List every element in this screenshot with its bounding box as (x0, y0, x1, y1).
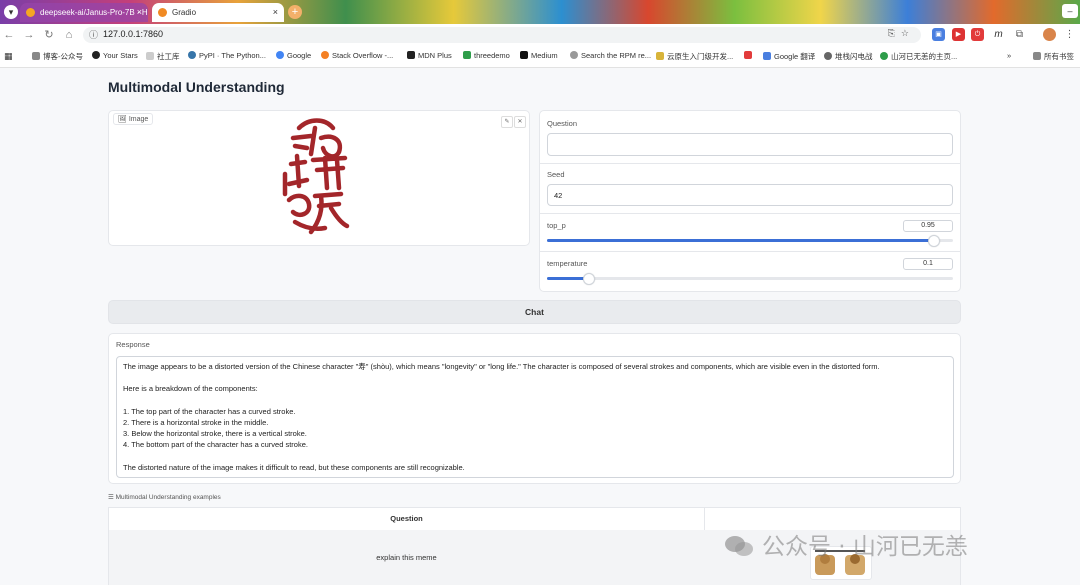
bookmark-item[interactable]: Google (276, 51, 311, 60)
apps-grid-icon[interactable]: ▦ (4, 51, 13, 62)
reload-icon[interactable]: ↻ (42, 28, 56, 42)
globe-icon (880, 52, 888, 60)
image-upload-panel[interactable]: 🖼 Image ✎ ✕ (108, 110, 530, 246)
browser-tab-bar: ▾ deepseek-ai/Janus-Pro-7B · H × Gradio … (0, 0, 1080, 24)
home-icon[interactable]: ⌂ (62, 28, 76, 42)
bookmark-item[interactable]: PyPI · The Python... (188, 51, 266, 60)
bookmark-item[interactable]: Google 翻译 (763, 51, 815, 62)
huggingface-favicon-icon (26, 8, 35, 17)
slider-fill (547, 239, 933, 242)
tab-gradio[interactable]: Gradio × (152, 3, 284, 22)
question-input[interactable] (547, 133, 953, 156)
response-panel: Response The image appears to be a disto… (108, 333, 961, 484)
seed-label: Seed (547, 170, 565, 179)
globe-icon (824, 52, 832, 60)
bookmark-item[interactable]: Medium (520, 51, 558, 60)
image-label: 🖼 Image (113, 113, 154, 125)
more-bookmarks[interactable]: » (1007, 51, 1011, 60)
examples-header-question: Question (109, 508, 705, 531)
tab-title: deepseek-ai/Janus-Pro-7B · H (40, 8, 148, 17)
search-icon (570, 51, 578, 59)
bookmark-item[interactable]: 山河已无恙的主页... (880, 51, 957, 62)
wechat-watermark: 公众号 · 山河已无恙 (724, 527, 968, 561)
slider-thumb[interactable] (582, 273, 595, 285)
examples-label: ☰ Multimodal Understanding examples (108, 494, 221, 501)
pypi-icon (188, 51, 196, 59)
close-icon[interactable]: × (137, 3, 142, 22)
extension-icon[interactable]: ▶ (952, 28, 965, 41)
chat-button[interactable]: Chat (108, 300, 961, 324)
page-icon (146, 52, 154, 60)
table-row[interactable]: explain this meme (109, 530, 705, 585)
bookmark-item[interactable] (744, 51, 756, 60)
translate-icon (763, 52, 771, 60)
close-icon[interactable]: × (273, 3, 278, 22)
question-label: Question (547, 119, 578, 128)
extension-off-icon[interactable]: ⏻ (971, 28, 984, 41)
temperature-label: temperature (547, 259, 588, 268)
response-label: Response (116, 340, 150, 349)
bookmark-item[interactable]: 社工库 (146, 51, 180, 62)
extension-m-icon[interactable]: m (992, 28, 1005, 41)
minimize-icon[interactable]: – (1062, 4, 1078, 18)
extension-icon[interactable]: ▣ (932, 28, 945, 41)
profile-avatar-icon[interactable] (1043, 28, 1056, 41)
seed-input[interactable]: 42 (547, 184, 953, 206)
bookmark-item[interactable]: Search the RPM re... (570, 51, 651, 60)
translate-bookmark-icons[interactable]: ⎘☆ (888, 28, 915, 39)
tab-janus[interactable]: deepseek-ai/Janus-Pro-7B · H × (20, 3, 148, 22)
folder-icon (1033, 52, 1041, 60)
divider (540, 251, 960, 252)
top-p-label: top_p (547, 221, 566, 230)
edit-icon[interactable]: ✎ (501, 116, 513, 128)
bookmark-item[interactable]: MDN Plus (407, 51, 452, 60)
slider-thumb[interactable] (927, 235, 940, 247)
temperature-number-input[interactable]: 0.1 (903, 258, 953, 270)
folder-icon (32, 52, 40, 60)
extensions-puzzle-icon[interactable]: ⧉ (1013, 28, 1026, 41)
response-textarea[interactable]: The image appears to be a distorted vers… (116, 356, 954, 478)
url-bar[interactable]: ⓘ 127.0.0.1:7860 ⎘☆ (83, 27, 921, 43)
url-text[interactable]: 127.0.0.1:7860 (103, 29, 163, 39)
bookmark-item[interactable]: Stack Overflow -... (321, 51, 393, 60)
bookmark-item[interactable]: 博客-公众号 (32, 51, 83, 62)
google-icon (276, 51, 284, 59)
slider-fill (547, 277, 588, 280)
clear-image-icon[interactable]: ✕ (514, 116, 526, 128)
watermark-text: 公众号 · 山河已无恙 (762, 534, 968, 560)
stackoverflow-icon (321, 51, 329, 59)
bookmark-item[interactable]: 所有书签 (1033, 51, 1074, 62)
bookmark-item[interactable]: threedemo (463, 51, 510, 60)
medium-icon (520, 51, 528, 59)
top-p-slider[interactable] (547, 235, 953, 247)
back-arrow-icon[interactable]: ← (2, 28, 16, 42)
github-icon (92, 51, 100, 59)
address-toolbar: ← → ↻ ⌂ ⓘ 127.0.0.1:7860 ⎘☆ ▣ ▶ ⏻ m ⧉ ⋮ (0, 24, 1080, 46)
threedemo-icon (463, 51, 471, 59)
gradio-favicon-icon (158, 8, 167, 17)
divider (540, 213, 960, 214)
menu-kebab-icon[interactable]: ⋮ (1063, 28, 1076, 41)
cloudnative-icon (656, 52, 664, 60)
bookmark-item[interactable]: Your Stars (92, 51, 138, 60)
bookmark-item[interactable]: 堆栈闪电战 (824, 51, 873, 62)
tab-title: Gradio (172, 8, 197, 17)
mdn-icon (407, 51, 415, 59)
temperature-slider[interactable] (547, 273, 953, 285)
forward-arrow-icon[interactable]: → (22, 28, 36, 42)
site-info-icon[interactable]: ⓘ (89, 28, 98, 41)
tab-search-icon[interactable]: ▾ (4, 5, 18, 19)
wechat-icon (725, 536, 753, 556)
bookmark-item[interactable]: 云原生入门级开发... (656, 51, 733, 62)
top-p-number-input[interactable]: 0.95 (903, 220, 953, 232)
page-title: Multimodal Understanding (108, 79, 285, 95)
divider (540, 163, 960, 164)
bookmarks-bar: ▦ 博客-公众号 Your Stars 社工库 PyPI · The Pytho… (0, 46, 1080, 68)
new-tab-button[interactable]: + (288, 5, 302, 19)
controls-panel: Question Seed 42 top_p 0.95 temperature … (539, 110, 961, 292)
gradio-page: Multimodal Understanding 🖼 Image ✎ ✕ Que… (0, 68, 1080, 585)
c-icon (744, 51, 752, 59)
seal-image (282, 118, 350, 235)
